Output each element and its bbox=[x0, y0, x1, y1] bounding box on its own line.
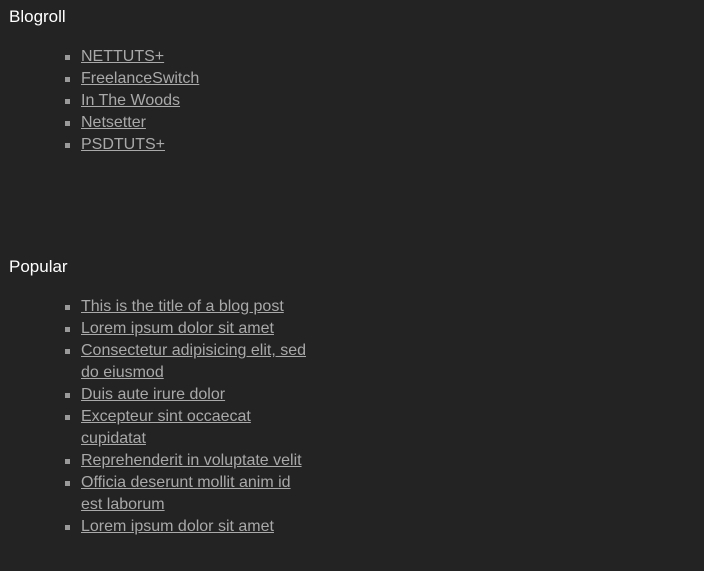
popular-post-link[interactable]: Officia deserunt mollit anim id est labo… bbox=[81, 474, 291, 513]
list-item: Netsetter bbox=[65, 112, 311, 134]
blogroll-heading: Blogroll bbox=[9, 7, 66, 26]
popular-post-link[interactable]: Lorem ipsum dolor sit amet bbox=[81, 518, 274, 535]
square-bullet-icon bbox=[65, 459, 70, 464]
blogroll-link[interactable]: PSDTUTS+ bbox=[81, 136, 165, 153]
list-item: FreelanceSwitch bbox=[65, 68, 311, 90]
list-item: PSDTUTS+ bbox=[65, 134, 311, 156]
popular-post-link[interactable]: Duis aute irure dolor bbox=[81, 386, 225, 403]
popular-section: Popular This is the title of a blog post… bbox=[9, 256, 329, 538]
list-item: Consectetur adipisicing elit, sed do eiu… bbox=[65, 340, 311, 384]
square-bullet-icon bbox=[65, 327, 70, 332]
square-bullet-icon bbox=[65, 349, 70, 354]
list-item: Lorem ipsum dolor sit amet bbox=[65, 318, 311, 340]
popular-post-link[interactable]: This is the title of a blog post bbox=[81, 298, 284, 315]
blogroll-link[interactable]: NETTUTS+ bbox=[81, 48, 164, 65]
square-bullet-icon bbox=[65, 415, 70, 420]
popular-post-link[interactable]: Lorem ipsum dolor sit amet bbox=[81, 320, 274, 337]
list-item: In The Woods bbox=[65, 90, 311, 112]
blogroll-link[interactable]: Netsetter bbox=[81, 114, 146, 131]
square-bullet-icon bbox=[65, 99, 70, 104]
list-item: Excepteur sint occaecat cupidatat bbox=[65, 406, 311, 450]
blogroll-link[interactable]: FreelanceSwitch bbox=[81, 70, 199, 87]
square-bullet-icon bbox=[65, 525, 70, 530]
popular-post-link[interactable]: Excepteur sint occaecat cupidatat bbox=[81, 408, 251, 447]
square-bullet-icon bbox=[65, 481, 70, 486]
list-item: Duis aute irure dolor bbox=[65, 384, 311, 406]
page: Blogroll NETTUTS+ FreelanceSwitch In The… bbox=[0, 0, 704, 571]
blogroll-link[interactable]: In The Woods bbox=[81, 92, 180, 109]
popular-heading: Popular bbox=[9, 257, 68, 276]
square-bullet-icon bbox=[65, 143, 70, 148]
list-item: Lorem ipsum dolor sit amet bbox=[65, 516, 311, 538]
popular-post-link[interactable]: Reprehenderit in voluptate velit bbox=[81, 452, 302, 469]
list-item: Officia deserunt mollit anim id est labo… bbox=[65, 472, 311, 516]
blogroll-section: Blogroll NETTUTS+ FreelanceSwitch In The… bbox=[9, 6, 329, 156]
square-bullet-icon bbox=[65, 55, 70, 60]
list-item: This is the title of a blog post bbox=[65, 296, 311, 318]
square-bullet-icon bbox=[65, 77, 70, 82]
square-bullet-icon bbox=[65, 305, 70, 310]
square-bullet-icon bbox=[65, 393, 70, 398]
popular-list: This is the title of a blog post Lorem i… bbox=[9, 296, 311, 538]
list-item: NETTUTS+ bbox=[65, 46, 311, 68]
blogroll-list: NETTUTS+ FreelanceSwitch In The Woods Ne… bbox=[9, 46, 311, 156]
popular-post-link[interactable]: Consectetur adipisicing elit, sed do eiu… bbox=[81, 342, 306, 381]
square-bullet-icon bbox=[65, 121, 70, 126]
list-item: Reprehenderit in voluptate velit bbox=[65, 450, 311, 472]
